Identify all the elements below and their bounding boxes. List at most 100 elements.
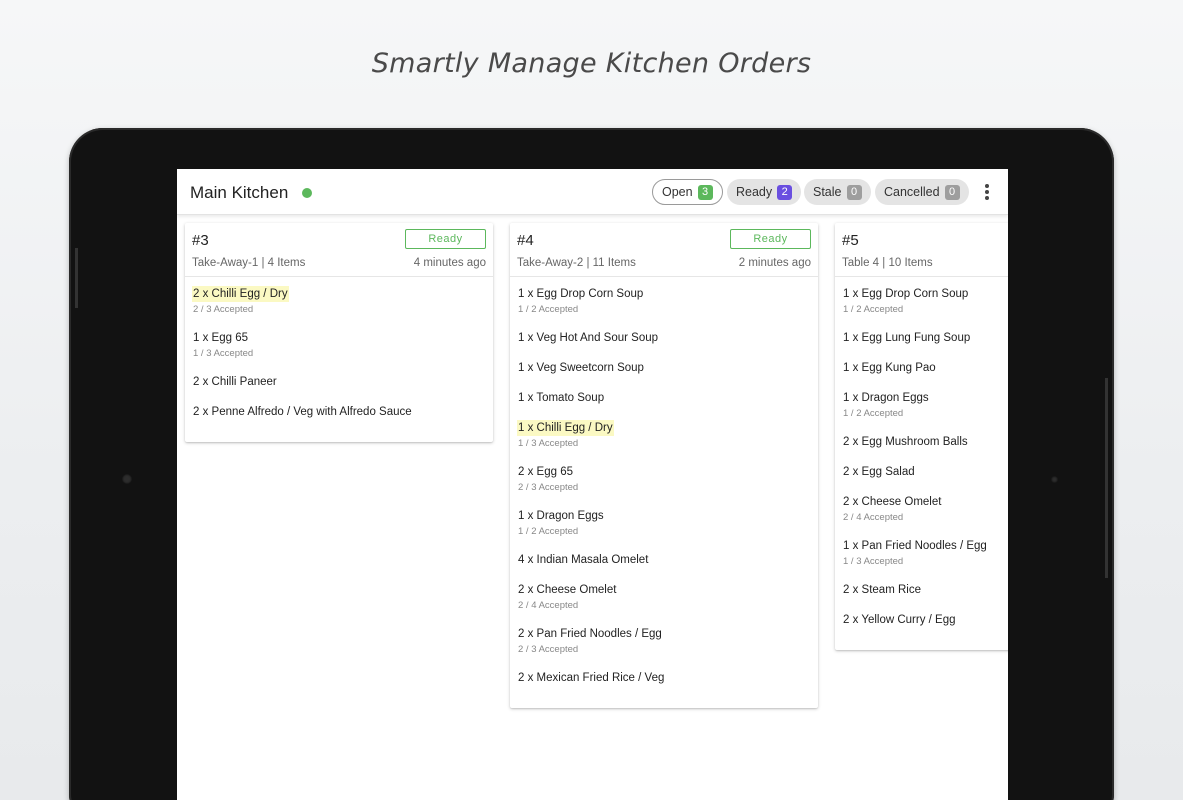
kitchen-title: Main Kitchen — [190, 183, 289, 202]
app-bar: Main Kitchen Open 3 Ready 2 Stale 0 Canc… — [177, 169, 1008, 215]
order-item-accepted: 1 / 2 Accepted — [843, 304, 904, 315]
page-headline: Smartly Manage Kitchen Orders — [371, 48, 812, 79]
order-item[interactable]: 2 x Chilli Paneer — [192, 372, 486, 402]
order-item-name: 1 x Pan Fried Noodles / Egg — [843, 540, 987, 552]
chip-count-badge: 0 — [944, 184, 960, 200]
order-item-accepted: 1 / 3 Accepted — [843, 556, 904, 567]
order-item-name: 2 x Cheese Omelet — [518, 584, 617, 596]
order-item-name: 1 x Dragon Eggs — [518, 510, 604, 522]
mark-ready-button[interactable]: Ready — [730, 229, 811, 249]
order-item-accepted: 1 / 3 Accepted — [193, 348, 254, 359]
order-card[interactable]: #4 Ready Take-Away-2 | 11 Items 2 minute… — [510, 223, 818, 708]
chip-label: Cancelled — [884, 185, 940, 199]
order-item-name: 2 x Egg Salad — [843, 466, 915, 478]
order-item[interactable]: 2 x Cheese Omelet 2 / 4 Accepted — [842, 492, 1008, 536]
order-item-name: 1 x Tomato Soup — [518, 392, 605, 404]
order-number: #4 — [517, 232, 534, 249]
filter-cancelled-chip[interactable]: Cancelled 0 — [875, 179, 969, 205]
order-item-accepted: 2 / 3 Accepted — [518, 644, 579, 655]
order-item-accepted: 1 / 2 Accepted — [518, 526, 579, 537]
order-item-name: 1 x Chilli Egg / Dry — [517, 420, 614, 436]
order-item[interactable]: 2 x Steam Rice — [842, 580, 1008, 610]
chip-label: Ready — [736, 185, 773, 199]
order-item[interactable]: 2 x Chilli Egg / Dry 2 / 3 Accepted — [192, 284, 486, 328]
order-item-name: 2 x Pan Fried Noodles / Egg — [518, 628, 662, 640]
order-item-accepted: 1 / 2 Accepted — [518, 304, 579, 315]
order-meta: Take-Away-2 | 11 Items — [517, 257, 636, 269]
app-screen: Main Kitchen Open 3 Ready 2 Stale 0 Canc… — [177, 169, 1008, 800]
order-item[interactable]: 2 x Egg Mushroom Balls — [842, 432, 1008, 462]
more-vert-icon[interactable] — [977, 181, 997, 203]
order-item-name: 1 x Egg Kung Pao — [843, 362, 936, 374]
order-card-header: #5 Table 4 | 10 Items — [835, 223, 1008, 277]
order-card-header: #3 Ready Take-Away-1 | 4 Items 4 minutes… — [185, 223, 493, 277]
order-item[interactable]: 1 x Dragon Eggs 1 / 2 Accepted — [842, 388, 1008, 432]
order-item[interactable]: 1 x Dragon Eggs 1 / 2 Accepted — [517, 506, 811, 550]
camera-dot — [122, 474, 132, 484]
order-item[interactable]: 1 x Tomato Soup — [517, 388, 811, 418]
order-item-name: 2 x Egg Mushroom Balls — [843, 436, 968, 448]
order-item-accepted: 2 / 3 Accepted — [518, 482, 579, 493]
order-item[interactable]: 1 x Chilli Egg / Dry 1 / 3 Accepted — [517, 418, 811, 462]
order-items-list: 2 x Chilli Egg / Dry 2 / 3 Accepted 1 x Eg… — [185, 277, 493, 442]
chip-label: Stale — [813, 185, 842, 199]
order-item[interactable]: 1 x Veg Hot And Sour Soup — [517, 328, 811, 358]
order-item[interactable]: 4 x Indian Masala Omelet — [517, 550, 811, 580]
order-card[interactable]: #3 Ready Take-Away-1 | 4 Items 4 minutes… — [185, 223, 493, 442]
order-item-name: 1 x Egg Lung Fung Soup — [843, 332, 971, 344]
order-item[interactable]: 2 x Egg Salad — [842, 462, 1008, 492]
order-item-name: 2 x Egg 65 — [518, 466, 573, 478]
order-time: 4 minutes ago — [413, 257, 486, 269]
order-item-name: 2 x Steam Rice — [843, 584, 921, 596]
order-item-name: 1 x Dragon Eggs — [843, 392, 929, 404]
order-meta: Take-Away-1 | 4 Items — [192, 257, 306, 269]
order-item[interactable]: 1 x Egg Kung Pao — [842, 358, 1008, 388]
order-item-accepted: 1 / 2 Accepted — [843, 408, 904, 419]
filter-ready-chip[interactable]: Ready 2 — [727, 179, 802, 205]
order-item[interactable]: 1 x Egg Drop Corn Soup 1 / 2 Accepted — [842, 284, 1008, 328]
order-items-list: 1 x Egg Drop Corn Soup 1 / 2 Accepted 1 x … — [835, 277, 1008, 650]
order-item[interactable]: 1 x Egg Lung Fung Soup — [842, 328, 1008, 358]
filter-stale-chip[interactable]: Stale 0 — [804, 179, 871, 205]
order-item[interactable]: 2 x Mexican Fried Rice / Veg — [517, 668, 811, 698]
order-item-name: 4 x Indian Masala Omelet — [518, 554, 649, 566]
order-item-name: 2 x Cheese Omelet — [843, 496, 942, 508]
order-item-name: 1 x Veg Hot And Sour Soup — [518, 332, 659, 344]
order-item-name: 2 x Chilli Paneer — [193, 376, 277, 388]
chip-count-badge: 0 — [846, 184, 862, 200]
side-button — [1105, 378, 1108, 578]
order-item-name: 1 x Egg 65 — [193, 332, 248, 344]
chip-label: Open — [662, 185, 693, 199]
order-item[interactable]: 1 x Egg Drop Corn Soup 1 / 2 Accepted — [517, 284, 811, 328]
order-item[interactable]: 2 x Egg 65 2 / 3 Accepted — [517, 462, 811, 506]
order-item-accepted: 2 / 4 Accepted — [518, 600, 579, 611]
order-time: 2 minutes ago — [738, 257, 811, 269]
order-item[interactable]: 2 x Yellow Curry / Egg — [842, 610, 1008, 640]
mark-ready-button[interactable]: Ready — [405, 229, 486, 249]
sensor-dot — [1051, 476, 1058, 483]
order-item[interactable]: 1 x Egg 65 1 / 3 Accepted — [192, 328, 486, 372]
online-status-dot — [302, 188, 312, 198]
order-number: #3 — [192, 232, 209, 249]
order-card-header: #4 Ready Take-Away-2 | 11 Items 2 minute… — [510, 223, 818, 277]
order-item-name: 2 x Chilli Egg / Dry — [192, 286, 289, 302]
order-item-name: 1 x Veg Sweetcorn Soup — [518, 362, 644, 374]
order-item-name: 2 x Mexican Fried Rice / Veg — [518, 672, 665, 684]
order-item-accepted: 2 / 3 Accepted — [193, 304, 254, 315]
order-item-name: 1 x Egg Drop Corn Soup — [843, 288, 969, 300]
order-item[interactable]: 1 x Pan Fried Noodles / Egg 1 / 3 Accepte… — [842, 536, 1008, 580]
chip-count-badge: 3 — [697, 184, 713, 200]
order-card[interactable]: #5 Table 4 | 10 Items 1 x Egg Drop Corn … — [835, 223, 1008, 650]
order-item[interactable]: 1 x Veg Sweetcorn Soup — [517, 358, 811, 388]
side-button — [75, 248, 78, 308]
chip-count-badge: 2 — [777, 184, 793, 200]
order-item[interactable]: 2 x Penne Alfredo / Veg with Alfredo Sau… — [192, 402, 486, 432]
order-item-accepted: 1 / 3 Accepted — [518, 438, 579, 449]
order-meta: Table 4 | 10 Items — [842, 257, 933, 269]
order-items-list: 1 x Egg Drop Corn Soup 1 / 2 Accepted 1 x … — [510, 277, 818, 708]
order-item-name: 2 x Yellow Curry / Egg — [843, 614, 956, 626]
order-item[interactable]: 2 x Pan Fried Noodles / Egg 2 / 3 Accepte… — [517, 624, 811, 668]
order-item-name: 1 x Egg Drop Corn Soup — [518, 288, 644, 300]
filter-open-chip[interactable]: Open 3 — [652, 179, 723, 205]
order-item[interactable]: 2 x Cheese Omelet 2 / 4 Accepted — [517, 580, 811, 624]
